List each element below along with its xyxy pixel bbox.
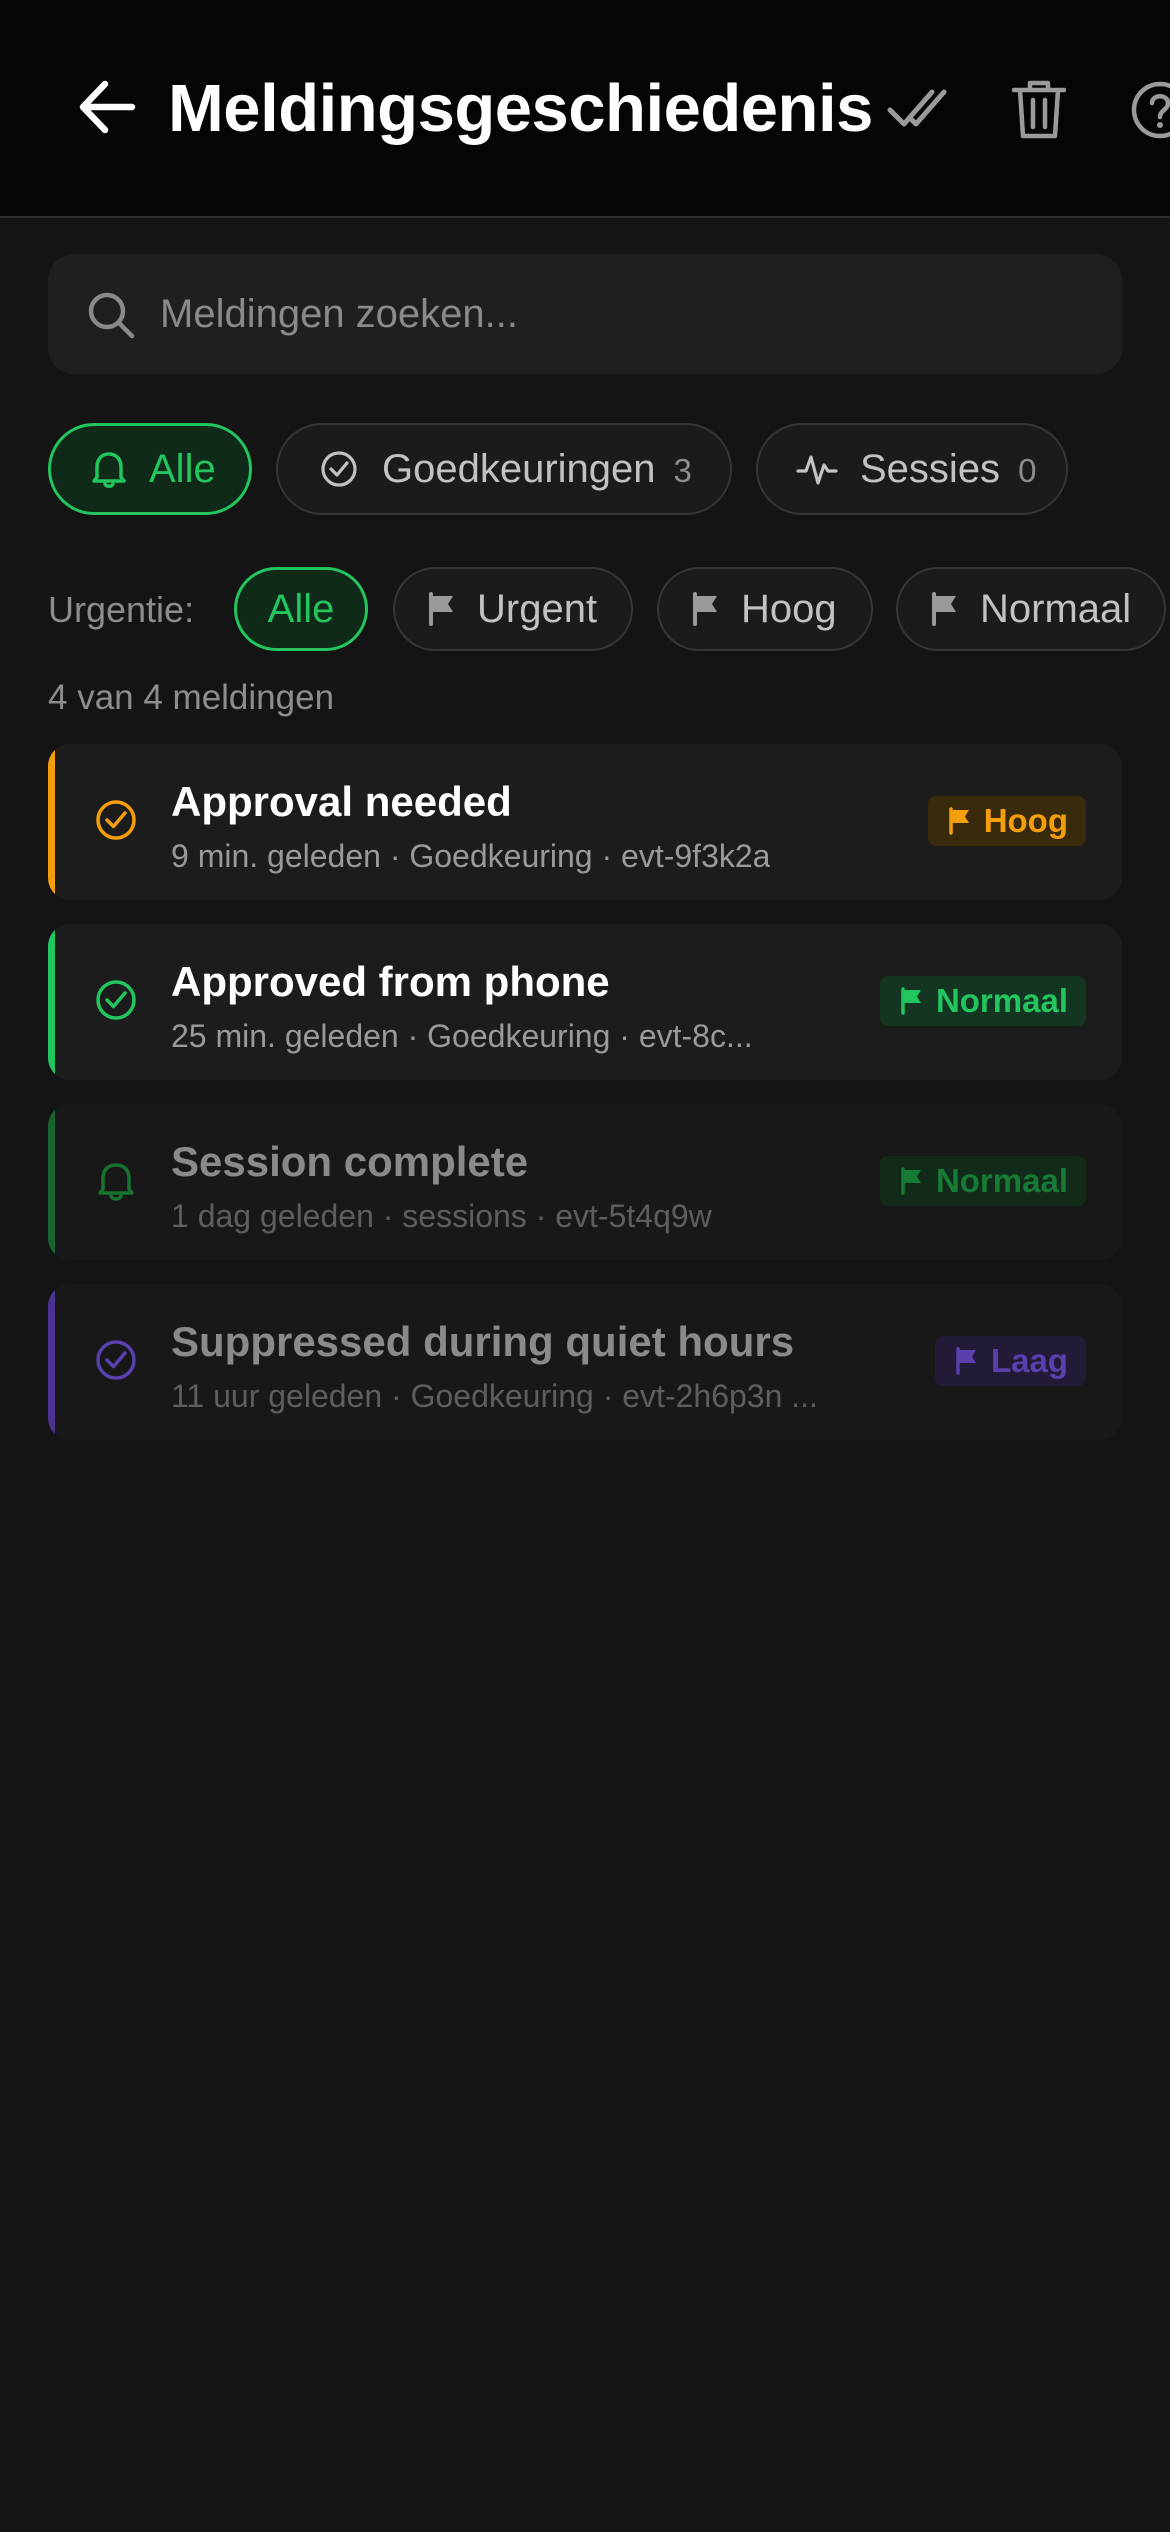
bell-icon: [98, 1163, 134, 1201]
urgency-chip-label: Alle: [267, 586, 335, 631]
urgency-badge-label: Normaal: [935, 982, 1068, 1019]
urgency-chip-label: Hoog: [741, 586, 837, 631]
urgency-indicator: [48, 1104, 55, 1260]
category-count: 3: [673, 452, 692, 489]
urgency-chip-label: Normaal: [980, 586, 1132, 631]
arrow-left-icon[interactable]: [74, 74, 140, 140]
notification-meta: 25 min. geleden · Goedkeuring · evt-8c..…: [171, 1018, 753, 1054]
app-header: Meldingsgeschiedenis: [0, 0, 1170, 218]
urgency-badge: Laag: [934, 1336, 1086, 1386]
trash-icon[interactable]: [1010, 78, 1068, 140]
category-chip-alle[interactable]: Alle: [48, 423, 252, 515]
urgency-chip-label: Urgent: [477, 586, 598, 631]
flag-icon: [429, 592, 453, 626]
notification-title: Approved from phone: [171, 958, 610, 1005]
flag-icon: [901, 1167, 921, 1195]
notification-meta: 9 min. geleden · Goedkeuring · evt-9f3k2…: [171, 838, 771, 874]
notification-item[interactable]: Approved from phone 25 min. geleden · Go…: [48, 924, 1122, 1080]
category-chip-sessies[interactable]: Sessies 0: [756, 423, 1068, 515]
notification-item[interactable]: Session complete 1 dag geleden · session…: [48, 1104, 1122, 1260]
flag-icon: [901, 987, 921, 1015]
check-circle-icon: [321, 451, 357, 487]
urgency-indicator: [48, 924, 55, 1080]
urgency-chip-alle[interactable]: Alle: [234, 567, 368, 651]
help-icon[interactable]: [1130, 80, 1170, 140]
notification-title: Session complete: [171, 1138, 529, 1185]
urgency-badge: Normaal: [879, 976, 1086, 1026]
urgency-chip-hoog[interactable]: Hoog: [657, 567, 873, 651]
notification-item[interactable]: Suppressed during quiet hours 11 uur gel…: [48, 1284, 1122, 1440]
urgency-chip-urgent[interactable]: Urgent: [393, 567, 633, 651]
check-all-icon[interactable]: [886, 80, 948, 136]
notification-title: Suppressed during quiet hours: [171, 1318, 795, 1365]
category-label: Sessies: [860, 446, 1001, 491]
notification-meta: 11 uur geleden · Goedkeuring · evt-2h6p3…: [171, 1378, 818, 1414]
search-input[interactable]: [160, 254, 1100, 374]
urgency-badge: Normaal: [879, 1156, 1086, 1206]
category-count: 0: [1018, 452, 1037, 489]
urgency-badge-label: Laag: [990, 1342, 1068, 1379]
urgency-label: Urgentie:: [48, 589, 195, 630]
notification-meta: 1 dag geleden · sessions · evt-5t4q9w: [171, 1198, 712, 1234]
activity-icon: [796, 455, 838, 485]
category-label: Goedkeuringen: [382, 446, 656, 491]
flag-icon: [956, 1347, 976, 1375]
notification-item[interactable]: Approval needed 9 min. geleden · Goedkeu…: [48, 744, 1122, 900]
check-circle-icon: [96, 1340, 136, 1380]
flag-icon: [932, 592, 956, 626]
result-count: 4 van 4 meldingen: [48, 678, 335, 717]
flag-icon: [948, 807, 969, 835]
flag-icon: [693, 592, 717, 626]
page-title: Meldingsgeschiedenis: [168, 71, 873, 146]
urgency-indicator: [48, 1284, 55, 1440]
search-bar[interactable]: [48, 254, 1122, 374]
check-circle-icon: [96, 800, 136, 840]
notification-title: Approval needed: [171, 778, 512, 825]
urgency-badge-label: Normaal: [935, 1162, 1068, 1199]
search-icon: [88, 292, 135, 339]
urgency-badge: Hoog: [927, 796, 1086, 846]
urgency-chip-normaal[interactable]: Normaal: [896, 567, 1166, 651]
urgency-indicator: [48, 744, 55, 900]
category-chip-goedkeuringen[interactable]: Goedkeuringen 3: [276, 423, 732, 515]
bell-icon: [92, 452, 126, 488]
urgency-badge-label: Hoog: [983, 802, 1068, 839]
category-label: Alle: [149, 446, 216, 491]
check-circle-icon: [96, 980, 136, 1020]
